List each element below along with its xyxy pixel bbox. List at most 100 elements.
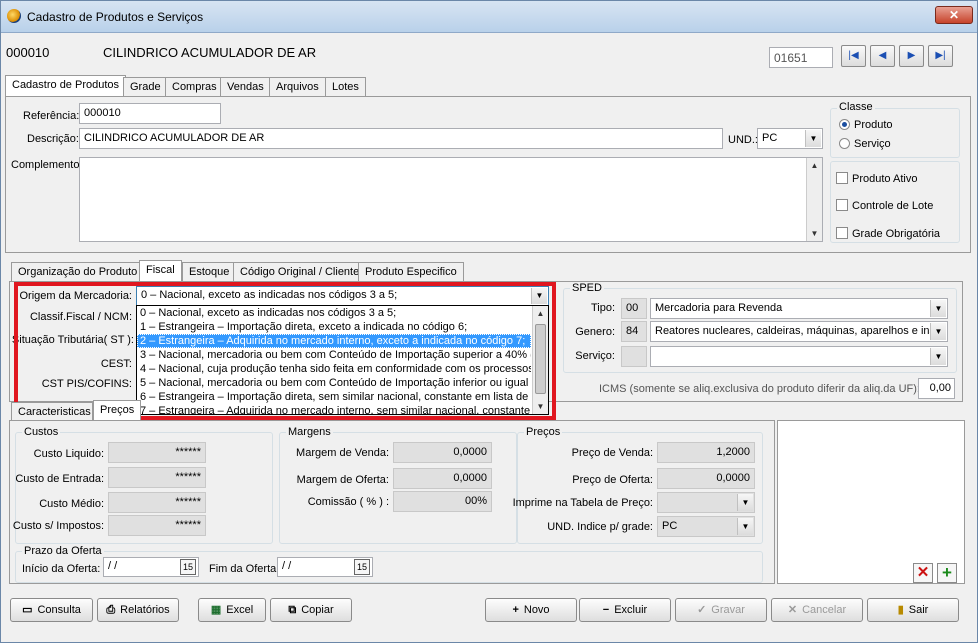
excluir-button[interactable]: − Excluir: [579, 598, 671, 622]
chevron-down-icon: ▼: [930, 348, 946, 365]
main-tabs: Cadastro de Produtos Grade Compras Venda…: [1, 75, 978, 97]
radio-servico[interactable]: Serviço: [839, 138, 891, 150]
complemento-textarea[interactable]: ▲ ▼: [79, 157, 823, 242]
fim-oferta-value: / /: [282, 560, 292, 572]
und-indice-select[interactable]: PC ▼: [657, 516, 755, 537]
sped-tipo-code[interactable]: 00: [621, 298, 647, 319]
check-produto-ativo[interactable]: Produto Ativo: [836, 172, 917, 185]
add-image-button[interactable]: +: [937, 563, 957, 583]
dropdown-scrollbar[interactable]: ▲ ▼: [532, 306, 548, 414]
delete-x-icon: ✕: [916, 564, 930, 581]
icms-input[interactable]: 0,00: [918, 378, 955, 399]
excel-button[interactable]: ▦ Excel: [198, 598, 266, 622]
minus-icon: −: [602, 604, 610, 616]
first-icon: |◀: [848, 50, 859, 61]
origem-option[interactable]: 1 – Estrangeira – Importação direta, exc…: [137, 320, 531, 334]
sped-genero-code[interactable]: 84: [621, 321, 647, 342]
descricao-input[interactable]: CILINDRICO ACUMULADOR DE AR: [79, 128, 723, 149]
relatorios-button[interactable]: ⎙ Relatórios: [97, 598, 179, 622]
copiar-button[interactable]: ⧉ Copiar: [270, 598, 352, 622]
tabela-preco-select[interactable]: ▼: [657, 492, 755, 513]
previous-icon: ◀: [878, 50, 887, 61]
complemento-scrollbar[interactable]: ▲ ▼: [806, 158, 822, 241]
tab-grade[interactable]: Grade: [123, 77, 168, 96]
sped-tipo-select[interactable]: Mercadoria para Revenda ▼: [650, 298, 948, 319]
calendar-icon[interactable]: 15: [354, 559, 370, 575]
chevron-down-icon: ▼: [805, 130, 821, 147]
checkbox-icon: [836, 172, 848, 184]
check-controle-lote-label: Controle de Lote: [852, 200, 934, 212]
plus-icon: +: [942, 563, 952, 582]
custo-impostos-label: Custo s/ Impostos:: [12, 520, 104, 532]
cancelar-button[interactable]: ✕ Cancelar: [771, 598, 863, 622]
tab-precos[interactable]: Preços: [93, 400, 142, 421]
first-record-button[interactable]: |◀: [841, 45, 866, 67]
icms-label: ICMS (somente se aliq.exclusiva do produ…: [599, 383, 920, 395]
origem-option[interactable]: 3 – Nacional, mercadoria ou bem com Cont…: [137, 348, 531, 362]
consulta-button[interactable]: ▭ Consulta: [10, 598, 93, 622]
und-label: UND.:: [728, 134, 758, 146]
origem-option[interactable]: 4 – Nacional, cuja produção tenha sido f…: [137, 362, 531, 376]
scroll-up-icon[interactable]: ▲: [807, 158, 822, 173]
gravar-button[interactable]: ✓ Gravar: [675, 598, 767, 622]
origem-option[interactable]: 5 – Nacional, mercadoria ou bem com Cont…: [137, 376, 531, 390]
tab-lotes[interactable]: Lotes: [325, 77, 366, 96]
previous-record-button[interactable]: ◀: [870, 45, 895, 67]
inicio-oferta-label: Início da Oferta:: [22, 563, 101, 575]
tab-caracteristicas[interactable]: Caracteristicas: [11, 402, 93, 421]
und-select[interactable]: PC ▼: [757, 128, 823, 149]
origem-option-highlighted[interactable]: 2 – Estrangeira – Adquirida no mercado i…: [137, 334, 531, 348]
tab-fiscal[interactable]: Fiscal: [139, 260, 182, 281]
origem-select[interactable]: 0 – Nacional, exceto as indicadas nos có…: [136, 286, 549, 306]
tab-organizacao[interactable]: Organização do Produto: [11, 262, 145, 281]
radio-produto[interactable]: Produto: [839, 119, 893, 131]
check-controle-lote[interactable]: Controle de Lote: [836, 199, 933, 212]
consulta-label: Consulta: [37, 604, 81, 616]
calendar-icon[interactable]: 15: [180, 559, 196, 575]
scroll-up-icon[interactable]: ▲: [533, 306, 548, 321]
tab-compras[interactable]: Compras: [165, 77, 224, 96]
next-record-button[interactable]: ▶: [899, 45, 924, 67]
lower-tabs: Caracteristicas Preços: [1, 400, 978, 422]
product-code: 000010: [6, 45, 50, 60]
close-button[interactable]: ✕: [935, 6, 973, 24]
tab-cadastro-produtos[interactable]: Cadastro de Produtos: [5, 75, 127, 96]
sped-servico-code[interactable]: [621, 346, 647, 367]
chevron-down-icon: ▼: [737, 494, 753, 511]
preco-venda-input[interactable]: 1,2000: [657, 442, 755, 463]
preco-oferta-label: Preço de Oferta:: [572, 474, 653, 486]
next-icon: ▶: [907, 50, 916, 61]
scroll-down-icon[interactable]: ▼: [807, 226, 822, 241]
last-record-button[interactable]: ▶|: [928, 45, 953, 67]
fim-oferta-input[interactable]: / / 15: [277, 557, 373, 577]
custo-liquido-value: ******: [108, 442, 206, 463]
remove-image-button[interactable]: ✕: [913, 563, 933, 583]
check-grade-obrigatoria[interactable]: Grade Obrigatória: [836, 227, 940, 240]
comissao-input[interactable]: 00%: [393, 491, 492, 512]
precos-title: Preços: [524, 426, 563, 438]
sair-button[interactable]: ▮ Sair: [867, 598, 959, 622]
product-name: CILINDRICO ACUMULADOR DE AR: [103, 45, 317, 60]
novo-button[interactable]: + Novo: [485, 598, 577, 622]
tab-arquivos[interactable]: Arquivos: [269, 77, 326, 96]
margem-oferta-input[interactable]: 0,0000: [393, 468, 492, 489]
tab-vendas[interactable]: Vendas: [220, 77, 271, 96]
tab-estoque[interactable]: Estoque: [182, 262, 237, 281]
plus-icon: +: [512, 604, 519, 616]
origem-option[interactable]: 0 – Nacional, exceto as indicadas nos có…: [137, 306, 531, 320]
last-icon: ▶|: [935, 50, 946, 61]
referencia-input[interactable]: 000010: [79, 103, 221, 124]
classe-title: Classe: [837, 101, 875, 113]
tab-codigo-original[interactable]: Código Original / Cliente: [233, 262, 367, 281]
checkbox-icon: [836, 227, 848, 239]
tab-produto-especifico[interactable]: Produto Especifico: [358, 262, 464, 281]
scroll-thumb[interactable]: [535, 324, 546, 394]
margem-venda-input[interactable]: 0,0000: [393, 442, 492, 463]
preco-oferta-input[interactable]: 0,0000: [657, 468, 755, 489]
origem-label: Origem da Mercadoria:: [19, 290, 133, 302]
excel-icon: ▦: [210, 604, 222, 616]
inicio-oferta-input[interactable]: / / 15: [103, 557, 199, 577]
sped-genero-select[interactable]: Reatores nucleares, caldeiras, máquinas,…: [650, 321, 948, 342]
sped-servico-select[interactable]: ▼: [650, 346, 948, 367]
record-number-field[interactable]: 01651: [769, 47, 833, 68]
